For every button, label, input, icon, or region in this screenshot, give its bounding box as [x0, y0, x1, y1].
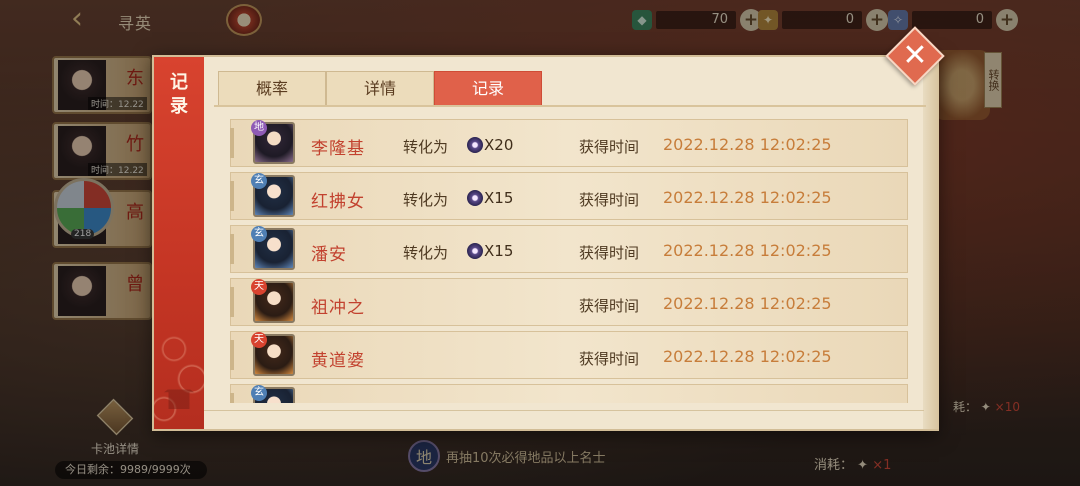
tab-divider — [214, 105, 926, 107]
close-icon: ✕ — [902, 38, 928, 73]
fragment-icon — [467, 190, 483, 206]
gain-time-label: 获得时间 — [579, 244, 640, 262]
gain-time-label: 获得时间 — [579, 138, 640, 156]
modal-title: 记录 — [170, 72, 188, 117]
tab-records[interactable]: 记录 — [434, 71, 542, 105]
record-row: 玄 — [230, 384, 908, 403]
character-name: 黄道婆 — [311, 351, 365, 371]
tab-probability[interactable]: 概率 — [218, 71, 326, 105]
modal-divider — [204, 410, 924, 411]
record-row: 地 李隆基 转化为 X20 获得时间 2022.12.28 12:02:25 — [230, 119, 908, 167]
gain-time: 2022.12.28 12:02:25 — [663, 241, 832, 260]
gain-time-label: 获得时间 — [579, 350, 640, 368]
character-name: 祖冲之 — [311, 298, 365, 318]
gain-time: 2022.12.28 12:02:25 — [663, 188, 832, 207]
record-row: 天 黄道婆 获得时间 2022.12.28 12:02:25 — [230, 331, 908, 379]
convert-qty: X15 — [484, 242, 514, 260]
character-name: 李隆基 — [311, 139, 365, 159]
record-row: 天 祖冲之 获得时间 2022.12.28 12:02:25 — [230, 278, 908, 326]
fragment-icon — [467, 137, 483, 153]
rank-badge: 玄 — [251, 385, 267, 401]
modal-edge — [923, 57, 939, 429]
character-name: 红拂女 — [311, 192, 365, 212]
rank-badge: 天 — [251, 279, 267, 295]
convert-qty: X20 — [484, 136, 514, 154]
convert-qty: X15 — [484, 189, 514, 207]
rank-badge: 玄 — [251, 173, 267, 189]
gain-time: 2022.12.28 12:02:25 — [663, 135, 832, 154]
rank-badge: 玄 — [251, 226, 267, 242]
gain-time-label: 获得时间 — [579, 297, 640, 315]
gain-time: 2022.12.28 12:02:25 — [663, 294, 832, 313]
rank-badge: 地 — [251, 120, 267, 136]
record-list[interactable]: 地 李隆基 转化为 X20 获得时间 2022.12.28 12:02:25 玄… — [230, 119, 910, 403]
record-modal: 记录 概率 详情 记录 地 李隆基 转化为 X20 获得时间 2022.12.2… — [152, 55, 939, 431]
tab-bar: 概率 详情 记录 — [218, 71, 542, 105]
rank-badge: 天 — [251, 332, 267, 348]
gain-time: 2022.12.28 12:02:25 — [663, 347, 832, 366]
tab-details[interactable]: 详情 — [326, 71, 434, 105]
record-row: 玄 红拂女 转化为 X15 获得时间 2022.12.28 12:02:25 — [230, 172, 908, 220]
convert-label: 转化为 — [403, 138, 449, 156]
convert-label: 转化为 — [403, 191, 449, 209]
fragment-icon — [467, 243, 483, 259]
modal-side-panel: 记录 — [154, 57, 204, 429]
gain-time-label: 获得时间 — [579, 191, 640, 209]
convert-label: 转化为 — [403, 244, 449, 262]
character-name: 潘安 — [311, 245, 347, 265]
record-row: 玄 潘安 转化为 X15 获得时间 2022.12.28 12:02:25 — [230, 225, 908, 273]
